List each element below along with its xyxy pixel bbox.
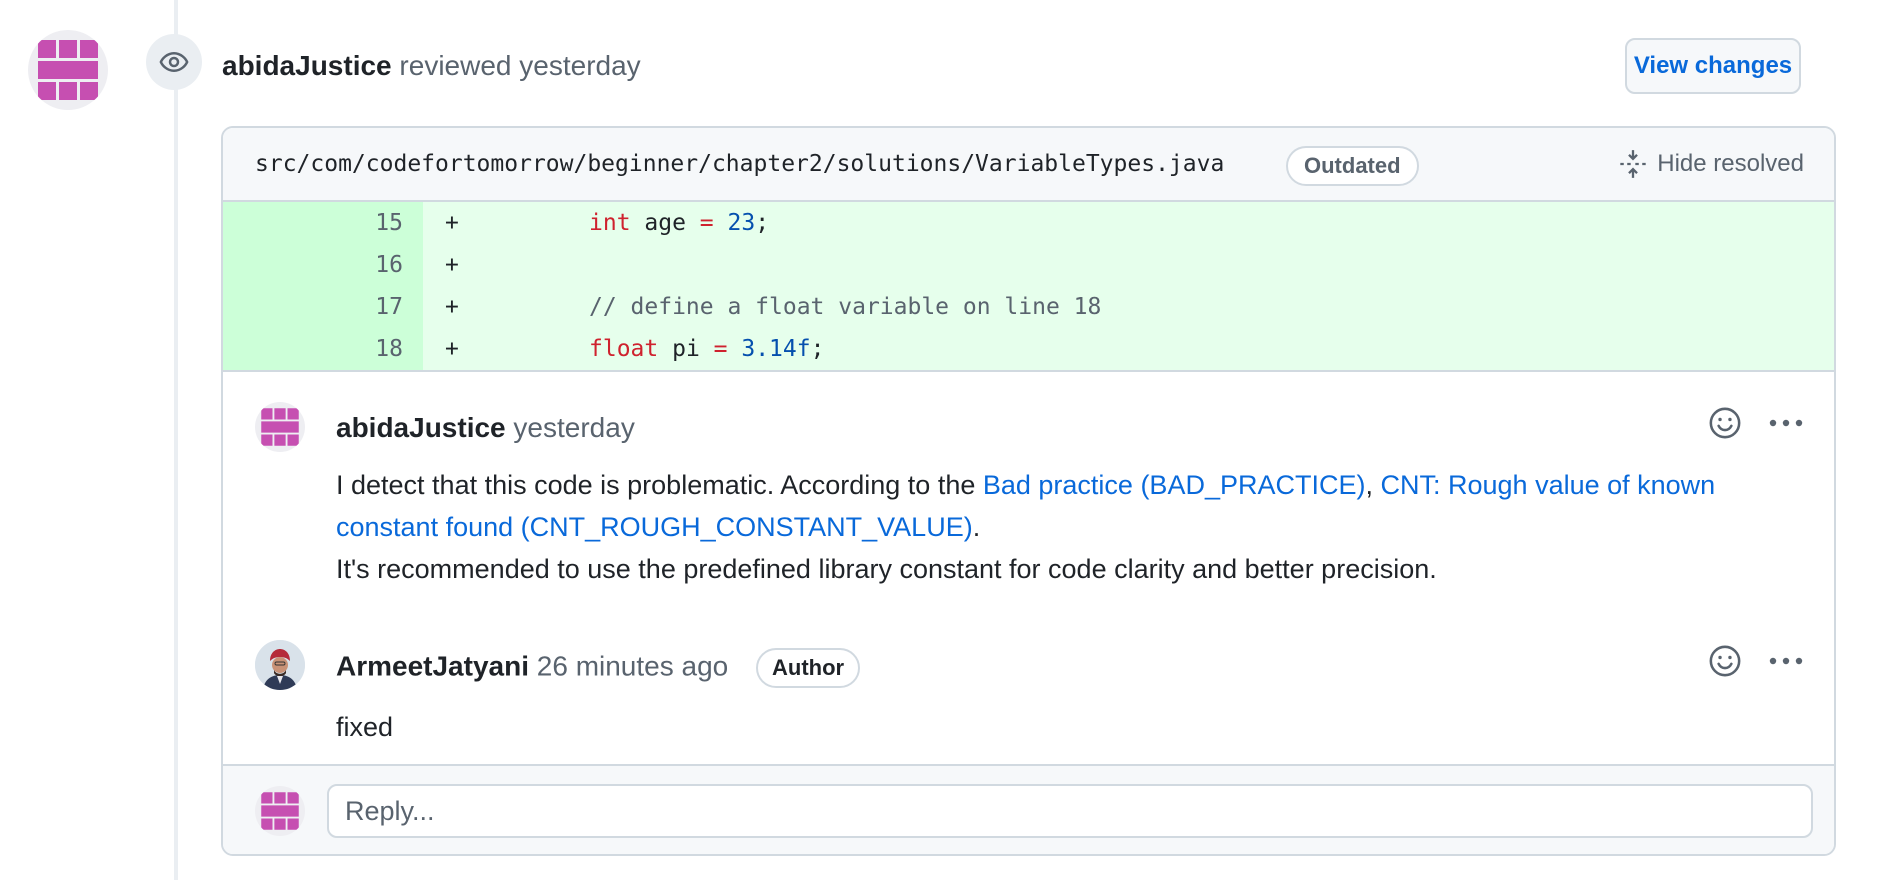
comment-body: fixed xyxy=(336,712,394,742)
diff-line: 18 + float pi = 3.14f; xyxy=(223,328,1834,370)
comment-avatar[interactable] xyxy=(255,640,305,690)
review-badge xyxy=(146,34,202,90)
comment-time[interactable]: yesterday xyxy=(513,412,634,443)
line-number[interactable]: 16 xyxy=(223,244,403,286)
line-number[interactable]: 15 xyxy=(223,202,403,244)
code-keyword: float xyxy=(589,336,659,362)
reply-bar xyxy=(223,764,1834,854)
smiley-icon[interactable] xyxy=(1708,406,1742,440)
reply-input[interactable] xyxy=(327,784,1813,838)
review-thread: src/com/codefortomorrow/beginner/chapter… xyxy=(221,126,1836,856)
comment-body: I detect that this code is problematic. … xyxy=(336,464,1776,590)
file-path[interactable]: src/com/codefortomorrow/beginner/chapter… xyxy=(255,148,1224,180)
comment-author[interactable]: ArmeetJatyani xyxy=(336,650,529,681)
comment-avatar[interactable] xyxy=(255,402,305,452)
thread-header: src/com/codefortomorrow/beginner/chapter… xyxy=(223,128,1834,202)
diff-line: 16 + xyxy=(223,244,1834,286)
code-line: float pi = 3.14f; xyxy=(589,328,824,370)
comment-text: . xyxy=(972,512,981,542)
eye-icon xyxy=(159,51,189,73)
code-comment: // define a float variable on line 18 xyxy=(589,294,1102,320)
code-number: 23 xyxy=(713,210,756,236)
review-header: abidaJustice reviewed yesterday xyxy=(222,48,641,84)
bad-practice-link[interactable]: Bad practice (BAD_PRACTICE) xyxy=(983,470,1366,500)
current-user-avatar[interactable] xyxy=(255,786,305,836)
code-identifier: pi xyxy=(658,336,714,362)
diff-marker: + xyxy=(445,210,459,236)
code-keyword: int xyxy=(589,210,631,236)
code-number: 3.14f xyxy=(727,336,811,362)
review-time[interactable]: yesterday xyxy=(519,50,640,81)
line-number[interactable]: 17 xyxy=(223,286,403,328)
diff-marker: + xyxy=(445,252,459,278)
review-action: reviewed xyxy=(399,50,512,81)
diff-marker: + xyxy=(445,336,459,362)
kebab-horizontal-icon[interactable] xyxy=(1768,418,1804,428)
comment-actions xyxy=(1708,406,1804,440)
diff-marker: + xyxy=(445,294,459,320)
comment-header: abidaJustice yesterday xyxy=(336,410,635,446)
smiley-icon[interactable] xyxy=(1708,644,1742,678)
view-changes-button[interactable]: View changes xyxy=(1625,38,1801,94)
code-punct: ; xyxy=(810,336,825,362)
comment-time[interactable]: 26 minutes ago xyxy=(537,650,728,681)
hide-resolved-button[interactable]: Hide resolved xyxy=(1619,146,1804,182)
comment-header: ArmeetJatyani 26 minutes ago Author xyxy=(336,648,861,688)
reviewer-avatar[interactable] xyxy=(28,30,108,110)
diff-line: 17 + // define a float variable on line … xyxy=(223,286,1834,328)
code-identifier: age xyxy=(630,210,700,236)
outdated-label: Outdated xyxy=(1286,146,1419,186)
diff-hunk: 15 + int age = 23; 16 + 17 + // define a… xyxy=(223,202,1834,370)
fold-icon xyxy=(1620,150,1646,178)
author-badge: Author xyxy=(756,648,861,688)
comment-text: It's recommended to use the predefined l… xyxy=(336,554,1437,584)
hide-resolved-label: Hide resolved xyxy=(1657,150,1804,177)
comment-actions xyxy=(1708,644,1804,678)
identicon-image xyxy=(261,408,299,446)
code-operator: = xyxy=(713,336,728,362)
kebab-horizontal-icon[interactable] xyxy=(1768,656,1804,666)
code-punct: ; xyxy=(755,210,770,236)
user-photo-icon xyxy=(255,640,305,690)
diff-line: 15 + int age = 23; xyxy=(223,202,1834,244)
divider xyxy=(223,370,1834,372)
review-author[interactable]: abidaJustice xyxy=(222,50,392,81)
code-line: int age = 23; xyxy=(589,202,769,244)
identicon-image xyxy=(261,792,299,830)
line-number[interactable]: 18 xyxy=(223,328,403,370)
comment-text: I detect that this code is problematic. … xyxy=(336,470,983,500)
comment-author[interactable]: abidaJustice xyxy=(336,412,506,443)
identicon-image xyxy=(38,40,98,100)
code-operator: = xyxy=(699,210,714,236)
timeline-line xyxy=(174,0,178,880)
comment-text: , xyxy=(1365,470,1381,500)
